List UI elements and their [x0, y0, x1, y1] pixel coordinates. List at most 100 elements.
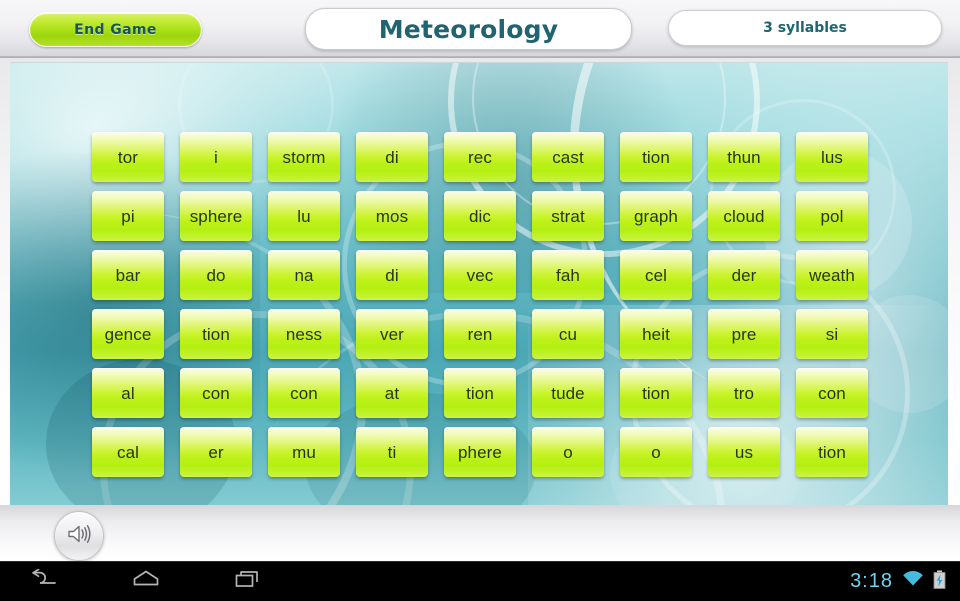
syllable-tile-label: dic	[468, 206, 492, 226]
syllable-tile[interactable]: pol	[796, 191, 868, 241]
syllable-tile-label: strat	[551, 206, 585, 226]
syllable-tile-label: con	[202, 383, 230, 403]
syllable-tile[interactable]: tion	[444, 368, 516, 418]
syllable-tile[interactable]: tro	[708, 368, 780, 418]
nav-button-group	[24, 562, 268, 601]
syllable-tile[interactable]: sphere	[180, 191, 252, 241]
syllable-tile-label: tion	[642, 147, 670, 167]
syllable-tile[interactable]: cloud	[708, 191, 780, 241]
syllable-tile-label: tion	[642, 383, 670, 403]
syllable-tile[interactable]: mu	[268, 427, 340, 477]
syllable-tile[interactable]: cu	[532, 309, 604, 359]
syllable-tile-label: thun	[727, 147, 761, 167]
syllable-tile-label: pol	[820, 206, 844, 226]
syllable-tile[interactable]: lus	[796, 132, 868, 182]
syllable-tile[interactable]: pi	[92, 191, 164, 241]
syllable-tile-label: weath	[809, 265, 855, 285]
syllable-tile[interactable]: phere	[444, 427, 516, 477]
syllable-tile-label: lus	[820, 147, 844, 167]
wifi-icon	[902, 570, 924, 593]
syllable-tile[interactable]: di	[356, 250, 428, 300]
syllable-tile-grid: tor i storm di rec cast tion thun lus pi sphere lu m…	[92, 132, 878, 486]
syllable-tile[interactable]: tor	[92, 132, 164, 182]
syllable-tile-label: na	[294, 265, 314, 285]
syllable-tile[interactable]: con	[796, 368, 868, 418]
syllable-tile[interactable]: i	[180, 132, 252, 182]
syllable-tile-label: con	[818, 383, 846, 403]
syllable-tile[interactable]: er	[180, 427, 252, 477]
syllable-tile[interactable]: vec	[444, 250, 516, 300]
home-icon	[131, 569, 161, 594]
syllable-tile[interactable]: strat	[532, 191, 604, 241]
syllable-tile[interactable]: di	[356, 132, 428, 182]
syllable-tile[interactable]: cel	[620, 250, 692, 300]
syllable-tile-label: pi	[121, 206, 135, 226]
syllable-tile-label: al	[121, 383, 135, 403]
syllable-tile[interactable]: tion	[796, 427, 868, 477]
nav-back-button[interactable]	[24, 566, 64, 598]
syllable-tile[interactable]: dic	[444, 191, 516, 241]
syllable-count-panel: 3 syllables	[668, 10, 942, 46]
syllable-tile-label: tor	[117, 147, 139, 167]
syllable-tile[interactable]: con	[180, 368, 252, 418]
syllable-tile-label: pre	[731, 324, 757, 344]
syllable-tile[interactable]: rec	[444, 132, 516, 182]
syllable-tile-label: vec	[466, 265, 494, 285]
syllable-tile-label: rec	[468, 147, 492, 167]
syllable-tile-label: tion	[466, 383, 494, 403]
syllable-tile[interactable]: al	[92, 368, 164, 418]
syllable-tile[interactable]: ness	[268, 309, 340, 359]
syllable-tile[interactable]: bar	[92, 250, 164, 300]
syllable-tile-label: lu	[297, 206, 311, 226]
syllable-tile[interactable]: tion	[620, 132, 692, 182]
syllable-tile[interactable]: heit	[620, 309, 692, 359]
syllable-tile[interactable]: lu	[268, 191, 340, 241]
syllable-tile[interactable]: o	[532, 427, 604, 477]
syllable-tile-label: cu	[558, 324, 578, 344]
syllable-tile[interactable]: thun	[708, 132, 780, 182]
syllable-tile[interactable]: gence	[92, 309, 164, 359]
syllable-tile[interactable]: us	[708, 427, 780, 477]
status-clock: 3:18	[850, 570, 893, 592]
syllable-tile[interactable]: at	[356, 368, 428, 418]
syllable-tile[interactable]: weath	[796, 250, 868, 300]
syllable-tile[interactable]: tion	[620, 368, 692, 418]
sound-toggle-button[interactable]	[54, 511, 104, 561]
syllable-tile[interactable]: con	[268, 368, 340, 418]
syllable-tile-label: der	[731, 265, 757, 285]
syllable-tile-label: ti	[387, 442, 397, 462]
end-game-button[interactable]: End Game	[29, 12, 202, 47]
syllable-tile[interactable]: graph	[620, 191, 692, 241]
syllable-tile[interactable]: cal	[92, 427, 164, 477]
syllable-tile[interactable]: mos	[356, 191, 428, 241]
syllable-tile-label: tude	[551, 383, 585, 403]
syllable-tile-label: er	[208, 442, 224, 462]
nav-home-button[interactable]	[126, 566, 166, 598]
syllable-tile-label: ver	[380, 324, 404, 344]
syllable-tile[interactable]: pre	[708, 309, 780, 359]
syllable-tile[interactable]: ver	[356, 309, 428, 359]
syllable-tile-label: mu	[292, 442, 316, 462]
back-arrow-icon	[29, 568, 59, 594]
syllable-tile[interactable]: tude	[532, 368, 604, 418]
syllable-tile[interactable]: fah	[532, 250, 604, 300]
syllable-tile[interactable]: cast	[532, 132, 604, 182]
nav-recent-apps-button[interactable]	[228, 566, 268, 598]
syllable-tile[interactable]: tion	[180, 309, 252, 359]
syllable-tile-label: i	[214, 147, 218, 167]
top-header-bar: End Game Meteorology 3 syllables	[0, 0, 960, 58]
syllable-tile[interactable]: do	[180, 250, 252, 300]
syllable-tile[interactable]: si	[796, 309, 868, 359]
syllable-tile[interactable]: o	[620, 427, 692, 477]
syllable-tile[interactable]: storm	[268, 132, 340, 182]
syllable-tile[interactable]: na	[268, 250, 340, 300]
syllable-tile[interactable]: ren	[444, 309, 516, 359]
syllable-tile[interactable]: ti	[356, 427, 428, 477]
syllable-tile-label: ren	[467, 324, 493, 344]
end-game-label: End Game	[74, 21, 157, 38]
syllable-tile-label: si	[825, 324, 839, 344]
syllable-tile-label: cal	[116, 442, 140, 462]
syllable-tile-label: tro	[733, 383, 755, 403]
syllable-tile[interactable]: der	[708, 250, 780, 300]
speaker-icon	[66, 523, 92, 550]
